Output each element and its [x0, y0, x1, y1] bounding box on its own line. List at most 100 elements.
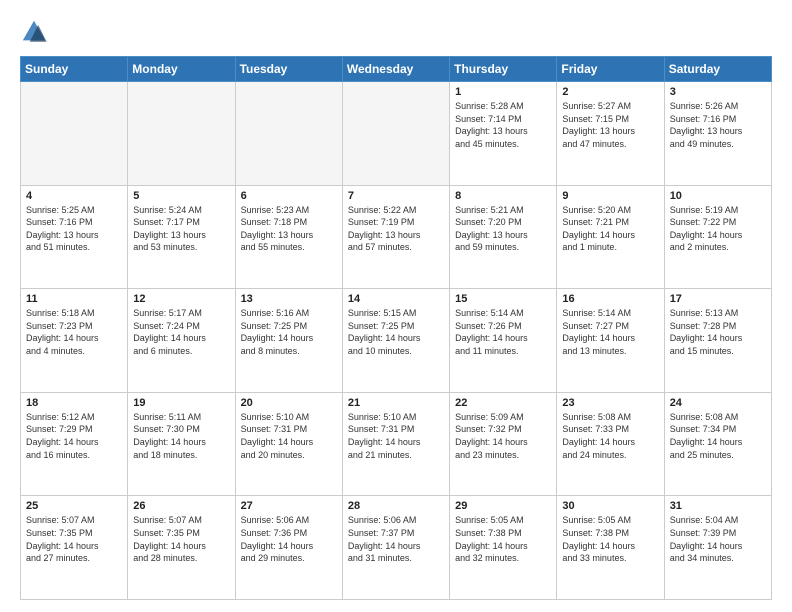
calendar-cell: 19Sunrise: 5:11 AM Sunset: 7:30 PM Dayli… — [128, 392, 235, 496]
day-number: 17 — [670, 293, 766, 305]
calendar-cell: 15 Sunrise: 5:14 AM Sunset: 7:26 PM Dayli… — [450, 289, 557, 393]
day-info: Sunrise: 5:07 AM Sunset: 7:35 PM Dayligh… — [26, 514, 122, 564]
weekday-header-friday: Friday — [557, 57, 664, 82]
calendar-week-4: 18 Sunrise: 5:12 AM Sunset: 7:29 PM Dayli… — [21, 392, 772, 496]
day-info: Sunrise: 5:10 AM Sunset: 7:31 PM Dayligh… — [241, 411, 337, 461]
calendar-cell: 22 Sunrise: 5:09 AM Sunset: 7:32 PM Dayli… — [450, 392, 557, 496]
day-info: Sunrise: 5:07 AM Sunset: 7:35 PM Dayligh… — [133, 514, 229, 564]
calendar-week-5: 25 Sunrise: 5:07 AM Sunset: 7:35 PM Dayli… — [21, 496, 772, 600]
day-number: 6 — [241, 190, 337, 202]
weekday-header-sunday: Sunday — [21, 57, 128, 82]
day-number: 14 — [348, 293, 444, 305]
day-number: 13 — [241, 293, 337, 305]
day-number: 10 — [670, 190, 766, 202]
day-number: 29 — [455, 500, 551, 512]
day-info: Sunrise: 5:05 AM Sunset: 7:38 PM Dayligh… — [562, 514, 658, 564]
calendar-cell: 23 Sunrise: 5:08 AM Sunset: 7:33 PM Dayli… — [557, 392, 664, 496]
calendar-cell: 20 Sunrise: 5:10 AM Sunset: 7:31 PM Dayli… — [235, 392, 342, 496]
calendar-week-2: 4Sunrise: 5:25 AM Sunset: 7:16 PM Daylig… — [21, 185, 772, 289]
day-number: 19 — [133, 397, 229, 409]
calendar-cell — [128, 82, 235, 186]
day-info: Sunrise: 5:21 AM Sunset: 7:20 PM Dayligh… — [455, 204, 551, 254]
day-number: 31 — [670, 500, 766, 512]
day-info: Sunrise: 5:09 AM Sunset: 7:32 PM Dayligh… — [455, 411, 551, 461]
day-info: Sunrise: 5:27 AM Sunset: 7:15 PM Dayligh… — [562, 100, 658, 150]
calendar-cell — [235, 82, 342, 186]
day-number: 26 — [133, 500, 229, 512]
calendar-cell: 29 Sunrise: 5:05 AM Sunset: 7:38 PM Dayli… — [450, 496, 557, 600]
weekday-header-tuesday: Tuesday — [235, 57, 342, 82]
day-info: Sunrise: 5:04 AM Sunset: 7:39 PM Dayligh… — [670, 514, 766, 564]
calendar: SundayMondayTuesdayWednesdayThursdayFrid… — [20, 56, 772, 600]
day-info: Sunrise: 5:23 AM Sunset: 7:18 PM Dayligh… — [241, 204, 337, 254]
calendar-cell: 27Sunrise: 5:06 AM Sunset: 7:36 PM Dayli… — [235, 496, 342, 600]
calendar-cell: 24Sunrise: 5:08 AM Sunset: 7:34 PM Dayli… — [664, 392, 771, 496]
calendar-cell: 30 Sunrise: 5:05 AM Sunset: 7:38 PM Dayli… — [557, 496, 664, 600]
calendar-cell — [342, 82, 449, 186]
calendar-cell: 13 Sunrise: 5:16 AM Sunset: 7:25 PM Dayli… — [235, 289, 342, 393]
calendar-cell: 11Sunrise: 5:18 AM Sunset: 7:23 PM Dayli… — [21, 289, 128, 393]
calendar-cell: 4Sunrise: 5:25 AM Sunset: 7:16 PM Daylig… — [21, 185, 128, 289]
day-number: 12 — [133, 293, 229, 305]
day-info: Sunrise: 5:24 AM Sunset: 7:17 PM Dayligh… — [133, 204, 229, 254]
day-info: Sunrise: 5:19 AM Sunset: 7:22 PM Dayligh… — [670, 204, 766, 254]
day-number: 24 — [670, 397, 766, 409]
calendar-cell: 10 Sunrise: 5:19 AM Sunset: 7:22 PM Dayli… — [664, 185, 771, 289]
day-number: 16 — [562, 293, 658, 305]
day-info: Sunrise: 5:22 AM Sunset: 7:19 PM Dayligh… — [348, 204, 444, 254]
day-number: 28 — [348, 500, 444, 512]
day-number: 5 — [133, 190, 229, 202]
day-info: Sunrise: 5:08 AM Sunset: 7:33 PM Dayligh… — [562, 411, 658, 461]
calendar-cell: 8 Sunrise: 5:21 AM Sunset: 7:20 PM Daylig… — [450, 185, 557, 289]
day-number: 11 — [26, 293, 122, 305]
calendar-cell: 12 Sunrise: 5:17 AM Sunset: 7:24 PM Dayli… — [128, 289, 235, 393]
weekday-header-thursday: Thursday — [450, 57, 557, 82]
calendar-cell: 16 Sunrise: 5:14 AM Sunset: 7:27 PM Dayli… — [557, 289, 664, 393]
day-info: Sunrise: 5:06 AM Sunset: 7:37 PM Dayligh… — [348, 514, 444, 564]
day-number: 15 — [455, 293, 551, 305]
day-info: Sunrise: 5:12 AM Sunset: 7:29 PM Dayligh… — [26, 411, 122, 461]
calendar-cell: 17 Sunrise: 5:13 AM Sunset: 7:28 PM Dayli… — [664, 289, 771, 393]
day-info: Sunrise: 5:05 AM Sunset: 7:38 PM Dayligh… — [455, 514, 551, 564]
day-number: 20 — [241, 397, 337, 409]
calendar-week-3: 11Sunrise: 5:18 AM Sunset: 7:23 PM Dayli… — [21, 289, 772, 393]
calendar-cell: 2 Sunrise: 5:27 AM Sunset: 7:15 PM Daylig… — [557, 82, 664, 186]
weekday-header-monday: Monday — [128, 57, 235, 82]
day-info: Sunrise: 5:13 AM Sunset: 7:28 PM Dayligh… — [670, 307, 766, 357]
logo-icon — [20, 18, 48, 46]
day-info: Sunrise: 5:06 AM Sunset: 7:36 PM Dayligh… — [241, 514, 337, 564]
calendar-cell: 18 Sunrise: 5:12 AM Sunset: 7:29 PM Dayli… — [21, 392, 128, 496]
day-number: 8 — [455, 190, 551, 202]
calendar-cell: 28 Sunrise: 5:06 AM Sunset: 7:37 PM Dayli… — [342, 496, 449, 600]
calendar-cell: 6 Sunrise: 5:23 AM Sunset: 7:18 PM Daylig… — [235, 185, 342, 289]
calendar-cell — [21, 82, 128, 186]
day-info: Sunrise: 5:20 AM Sunset: 7:21 PM Dayligh… — [562, 204, 658, 254]
day-info: Sunrise: 5:10 AM Sunset: 7:31 PM Dayligh… — [348, 411, 444, 461]
day-number: 21 — [348, 397, 444, 409]
day-number: 25 — [26, 500, 122, 512]
day-info: Sunrise: 5:14 AM Sunset: 7:27 PM Dayligh… — [562, 307, 658, 357]
weekday-header-saturday: Saturday — [664, 57, 771, 82]
day-number: 4 — [26, 190, 122, 202]
day-info: Sunrise: 5:28 AM Sunset: 7:14 PM Dayligh… — [455, 100, 551, 150]
calendar-week-1: 1Sunrise: 5:28 AM Sunset: 7:14 PM Daylig… — [21, 82, 772, 186]
weekday-header-row: SundayMondayTuesdayWednesdayThursdayFrid… — [21, 57, 772, 82]
calendar-cell: 9Sunrise: 5:20 AM Sunset: 7:21 PM Daylig… — [557, 185, 664, 289]
day-number: 18 — [26, 397, 122, 409]
calendar-cell: 25 Sunrise: 5:07 AM Sunset: 7:35 PM Dayli… — [21, 496, 128, 600]
day-info: Sunrise: 5:16 AM Sunset: 7:25 PM Dayligh… — [241, 307, 337, 357]
day-number: 3 — [670, 86, 766, 98]
day-number: 22 — [455, 397, 551, 409]
day-number: 23 — [562, 397, 658, 409]
header — [20, 18, 772, 46]
day-number: 2 — [562, 86, 658, 98]
page: SundayMondayTuesdayWednesdayThursdayFrid… — [0, 0, 792, 612]
calendar-cell: 1Sunrise: 5:28 AM Sunset: 7:14 PM Daylig… — [450, 82, 557, 186]
day-number: 30 — [562, 500, 658, 512]
logo — [20, 18, 52, 46]
day-info: Sunrise: 5:17 AM Sunset: 7:24 PM Dayligh… — [133, 307, 229, 357]
calendar-cell: 26 Sunrise: 5:07 AM Sunset: 7:35 PM Dayli… — [128, 496, 235, 600]
weekday-header-wednesday: Wednesday — [342, 57, 449, 82]
day-info: Sunrise: 5:14 AM Sunset: 7:26 PM Dayligh… — [455, 307, 551, 357]
calendar-cell: 5 Sunrise: 5:24 AM Sunset: 7:17 PM Daylig… — [128, 185, 235, 289]
